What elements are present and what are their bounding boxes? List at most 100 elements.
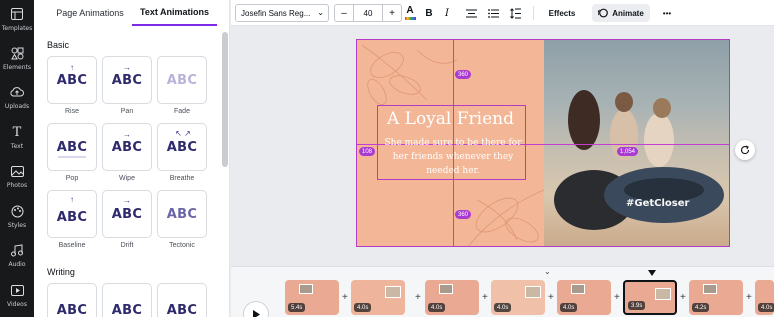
playhead-marker-icon[interactable] [648,270,656,278]
canvas-headline[interactable]: A Loyal Friend [357,109,544,129]
styles-icon [9,203,25,219]
animation-sample: ABC [56,139,88,155]
timeline-clip[interactable]: 4.0s [425,280,479,315]
tab-text-animations[interactable]: Text Animations [132,0,217,26]
animation-tile-baseline[interactable]: ↑ ABC [47,190,97,238]
timeline-clip-active[interactable]: 3.9s [623,280,677,315]
animation-sample: ABC [111,72,143,88]
rail-item-text[interactable]: T Text [0,124,34,160]
animation-tile-fade[interactable]: ABC [157,56,207,104]
list-button[interactable] [485,4,501,22]
rail-item-audio[interactable]: Audio [0,242,34,278]
align-center-button[interactable] [463,4,479,22]
timeline-clip[interactable]: 4.0s [557,280,611,315]
animation-tile-drift[interactable]: → ABC [102,190,152,238]
animation-label: Breathe [169,175,195,182]
rail-item-photos[interactable]: Photos [0,163,34,199]
rail-item-videos[interactable]: Videos [0,282,34,317]
clip-duration: 3.9s [628,301,646,310]
tab-page-animations[interactable]: Page Animations [38,0,142,26]
clip-duration: 4.0s [428,303,446,312]
add-page-icon[interactable]: + [614,292,620,303]
animate-button[interactable]: Animate [592,4,650,22]
videos-icon [9,282,25,298]
align-center-icon [465,9,477,17]
animation-label: Tectonic [169,242,195,249]
more-options-button[interactable]: ••• [657,4,677,22]
animation-tile-pop[interactable]: ABC [47,123,97,171]
refresh-icon [740,145,750,155]
rail-item-templates[interactable]: Templates [0,6,34,42]
clip-duration: 4.0s [560,303,578,312]
italic-button[interactable]: I [439,4,455,22]
animation-label: Pop [65,175,79,182]
timeline-clip[interactable]: 4.0s [351,280,405,315]
animation-sample: ABC [111,302,143,317]
add-page-icon[interactable]: + [680,292,686,303]
animation-tile-tectonic[interactable]: ABC [157,190,207,238]
clip-duration: 5.4s [288,303,306,312]
add-page-icon[interactable]: + [482,292,488,303]
regenerate-button[interactable] [735,140,755,160]
animation-tile-wipe[interactable]: → ABC [102,123,152,171]
clip-duration: 4.0s [494,303,512,312]
elements-icon [9,45,25,61]
rail-item-uploads[interactable]: Uploads [0,84,34,120]
rail-label: Audio [8,261,26,268]
rail-label: Templates [1,25,33,32]
canvas-body-text[interactable]: She made sure to be there for her friend… [379,136,527,178]
animation-label: Drift [120,242,134,249]
arrow-right-icon: → [123,63,131,72]
rail-label: Videos [7,301,27,308]
rail-item-styles[interactable]: Styles [0,203,34,239]
panel-scrollbar[interactable] [222,32,228,167]
photos-icon [9,163,25,179]
animation-tile-breathe[interactable]: ↖ ↗ ABC [157,123,207,171]
font-family-select[interactable]: Josefin Sans Reg... ⌄ [235,4,329,22]
animation-label: Baseline [58,242,86,249]
increase-size-button[interactable]: + [383,5,401,21]
animation-tile-writing-1[interactable]: ABC [47,283,97,317]
effects-button[interactable]: Effects [541,4,583,22]
clip-thumbnail [439,284,453,294]
timeline-clip[interactable]: 4.0s [491,280,545,315]
animation-sample: ABC [56,72,88,88]
animation-tile-rise[interactable]: ↑ ABC [47,56,97,104]
animation-sample: ABC [111,206,143,222]
timeline-clip[interactable]: 5.4s [285,280,339,315]
animation-label: Rise [64,108,79,115]
arrow-up-icon: ↑ [70,195,74,204]
add-page-icon[interactable]: + [342,292,348,303]
rail-item-elements[interactable]: Elements [0,45,34,81]
section-title-basic: Basic [47,40,70,50]
add-page-icon[interactable]: + [548,292,554,303]
add-page-icon[interactable]: + [746,292,752,303]
add-page-icon[interactable]: + [415,292,421,303]
text-color-button[interactable]: A [402,4,418,22]
clip-thumbnail [299,284,313,294]
measure-bottom-badge: 360 [455,210,472,219]
measure-left-badge: 108 [359,147,376,156]
spacing-icon [509,7,521,19]
decrease-size-button[interactable]: – [335,5,353,21]
animation-tile-writing-2[interactable]: ABC [102,283,152,317]
animation-tile-pan[interactable]: → ABC [102,56,152,104]
spacing-button[interactable] [507,4,523,22]
clip-duration: 4.0s [758,303,774,312]
font-size-stepper: – 40 + [334,4,402,22]
rail-label: Styles [7,222,27,229]
timeline-clip[interactable]: 4.2s [689,280,743,315]
font-size-input[interactable]: 40 [353,5,383,21]
rail-label: Text [10,143,24,150]
clip-thumbnail [385,286,401,298]
timeline-clip[interactable]: 4.0s [755,280,774,315]
bold-button[interactable]: B [421,4,437,22]
animation-sample: ABC [56,302,88,317]
animation-tile-writing-3[interactable]: ABC [157,283,207,317]
clip-duration: 4.0s [354,303,372,312]
play-button[interactable] [243,301,269,317]
collapse-timeline-icon[interactable]: ⌄ [544,267,551,276]
design-canvas[interactable]: #GetCloser A Loyal Friend She made sure … [356,39,730,247]
measure-top-badge: 360 [455,70,472,79]
animation-label: Wipe [119,175,135,182]
